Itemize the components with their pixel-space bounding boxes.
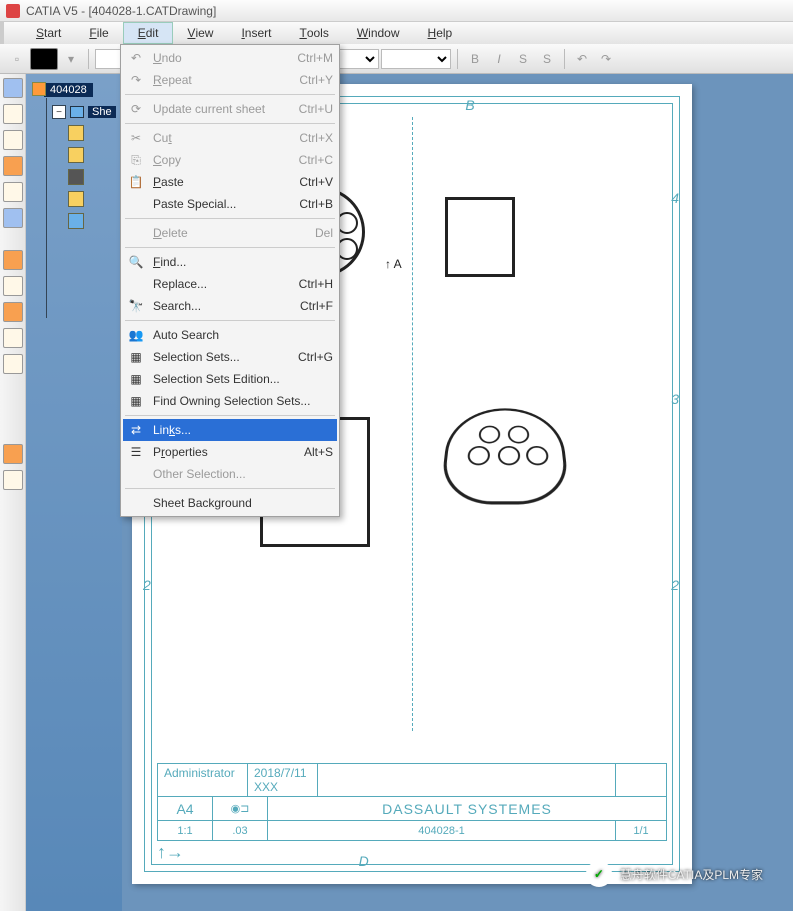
menu-bar: Start File Edit View Insert Tools Window… (0, 22, 793, 44)
paste-icon: 📋 (127, 174, 145, 190)
tree-view[interactable] (68, 191, 118, 207)
tool-icon[interactable] (3, 104, 23, 124)
tool-icon[interactable] (3, 156, 23, 176)
bold-icon[interactable]: B (464, 48, 486, 70)
redo-icon: ↷ (127, 72, 145, 88)
tb-format: A4 (158, 797, 213, 820)
zone-label: B (465, 97, 474, 113)
menu-find[interactable]: 🔍Find... (123, 251, 337, 273)
undo-icon[interactable]: ↶ (571, 48, 593, 70)
side-view (445, 197, 515, 277)
new-icon[interactable]: ▫ (6, 48, 28, 70)
tool-icon[interactable] (3, 276, 23, 296)
menu-find-owning[interactable]: ▦Find Owning Selection Sets... (123, 390, 337, 412)
sheet-icon (70, 106, 84, 118)
weight-select[interactable] (381, 49, 451, 69)
menu-replace[interactable]: Replace...Ctrl+H (123, 273, 337, 295)
binoculars-icon: 🔭 (127, 298, 145, 314)
watermark: ✓ 慧舟软件CATIA及PLM专家 (586, 861, 763, 887)
tool-icon[interactable] (3, 182, 23, 202)
menu-edit[interactable]: Edit (123, 22, 174, 44)
tb-designer: Administrator (164, 766, 235, 780)
menu-sheet-background[interactable]: Sheet Background (123, 492, 337, 514)
zone-label: 3 (671, 391, 679, 407)
zone-label: D (359, 853, 369, 869)
menu-tools[interactable]: Tools (285, 22, 342, 44)
menu-paste[interactable]: 📋PasteCtrl+V (123, 171, 337, 193)
menu-selection-sets[interactable]: ▦Selection Sets...Ctrl+G (123, 346, 337, 368)
tree-view[interactable] (68, 125, 118, 141)
menu-copy[interactable]: ⎘CopyCtrl+C (123, 149, 337, 171)
origin-arrows: ↑→ (157, 842, 184, 863)
menu-undo[interactable]: ↶UndoCtrl+M (123, 47, 337, 69)
search-icon: 🔍 (127, 254, 145, 270)
menu-update-sheet[interactable]: ⟳Update current sheetCtrl+U (123, 98, 337, 120)
tree-sheet[interactable]: − She (52, 105, 118, 119)
dropdown-icon[interactable]: ▾ (60, 48, 82, 70)
menu-insert[interactable]: Insert (227, 22, 285, 44)
zone-label: 4 (671, 190, 679, 206)
menu-selection-sets-edition[interactable]: ▦Selection Sets Edition... (123, 368, 337, 390)
edit-menu-dropdown: ↶UndoCtrl+M ↷RepeatCtrl+Y ⟳Update curren… (120, 44, 340, 517)
tool-icon[interactable] (3, 444, 23, 464)
tool-icon[interactable] (3, 470, 23, 490)
menu-help[interactable]: Help (414, 22, 467, 44)
tree-view[interactable] (68, 147, 118, 163)
tb-company: DASSAULT SYSTEMES (268, 797, 666, 820)
window-title: CATIA V5 - [404028-1.CATDrawing] (26, 4, 216, 18)
cut-icon: ✂ (127, 130, 145, 146)
tree-panel: 404028 − She (26, 74, 122, 911)
zone-label: 2 (671, 577, 679, 593)
app-icon (6, 4, 20, 18)
menu-links[interactable]: ⇄Links... (123, 419, 337, 441)
sub-icon[interactable]: S (536, 48, 558, 70)
title-block: Administrator 2018/7/11 XXX A4 ◉⊐ DASSAU… (157, 763, 667, 841)
iso-view (445, 397, 565, 507)
properties-icon: ☰ (127, 444, 145, 460)
tree-view[interactable] (68, 213, 118, 229)
menu-delete[interactable]: DeleteDel (123, 222, 337, 244)
toolbar: ▫ ▾ B I S S ↶ ↷ (0, 44, 793, 74)
left-toolbar (0, 74, 26, 911)
undo-icon: ↶ (127, 50, 145, 66)
tree-view[interactable] (68, 169, 118, 185)
tb-part: 404028-1 (268, 821, 616, 840)
tool-icon[interactable] (3, 354, 23, 374)
italic-icon[interactable]: I (488, 48, 510, 70)
tool-icon[interactable] (3, 208, 23, 228)
drawing-icon (32, 82, 46, 96)
tb-page: 1/1 (616, 821, 666, 840)
tree-root[interactable]: 404028 (44, 83, 93, 97)
tool-grid-icon[interactable] (3, 78, 23, 98)
update-icon: ⟳ (127, 101, 145, 117)
sup-icon[interactable]: S (512, 48, 534, 70)
menu-view[interactable]: View (173, 22, 227, 44)
tool-icon[interactable] (3, 328, 23, 348)
section-arrow: ↑ A (385, 257, 402, 271)
menu-start[interactable]: Start (22, 22, 75, 44)
menu-repeat[interactable]: ↷RepeatCtrl+Y (123, 69, 337, 91)
menu-properties[interactable]: ☰PropertiesAlt+S (123, 441, 337, 463)
tool-icon[interactable] (3, 130, 23, 150)
title-bar: CATIA V5 - [404028-1.CATDrawing] (0, 0, 793, 22)
menu-cut[interactable]: ✂CutCtrl+X (123, 127, 337, 149)
redo-icon[interactable]: ↷ (595, 48, 617, 70)
links-icon: ⇄ (127, 422, 145, 438)
tb-scale: 1:1 (158, 821, 213, 840)
menu-search[interactable]: 🔭Search...Ctrl+F (123, 295, 337, 317)
swatch-icon[interactable] (30, 48, 58, 70)
menu-paste-special[interactable]: Paste Special...Ctrl+B (123, 193, 337, 215)
menu-window[interactable]: Window (343, 22, 414, 44)
wechat-icon: ✓ (586, 861, 612, 887)
zone-label: 2 (143, 577, 151, 593)
tool-icon[interactable] (3, 250, 23, 270)
tb-weight: .03 (213, 821, 268, 840)
menu-auto-search[interactable]: 👥Auto Search (123, 324, 337, 346)
tb-date: 2018/7/11 (254, 766, 307, 780)
copy-icon: ⎘ (127, 152, 145, 168)
menu-other-selection[interactable]: Other Selection... (123, 463, 337, 485)
menu-file[interactable]: File (75, 22, 122, 44)
tool-icon[interactable] (3, 302, 23, 322)
